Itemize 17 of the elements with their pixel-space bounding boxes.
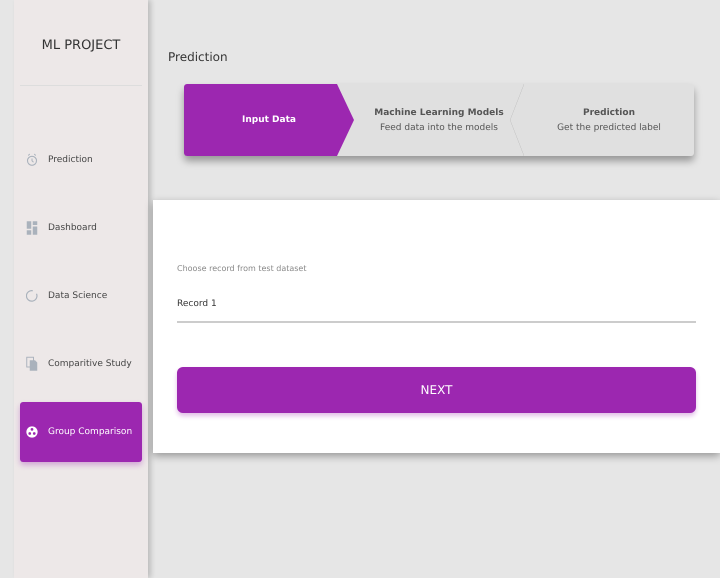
app-title: ML PROJECT (42, 38, 120, 53)
page-title: Prediction (168, 50, 229, 64)
group-icon (26, 424, 38, 440)
document-icon (26, 356, 38, 372)
sidebar-item[interactable]: Comparitive Study (20, 334, 142, 394)
sidebar-item[interactable]: Data Science (20, 266, 142, 326)
step[interactable]: Prediction Get the predicted label (524, 84, 694, 156)
sidebar-item[interactable]: Dashboard (20, 198, 142, 258)
next-button[interactable]: NEXT (177, 367, 696, 413)
field-label: Choose record from test dataset (177, 264, 308, 273)
step[interactable]: Machine Learning Models Feed data into the models (354, 84, 524, 156)
step[interactable]: Input Data (184, 84, 354, 156)
sidebar-item[interactable]: Group Comparison (20, 402, 142, 462)
clock-icon (26, 152, 38, 168)
sidebar-item[interactable]: Prediction (20, 130, 142, 190)
record-field[interactable]: Record 1 (177, 299, 696, 323)
dashboard-icon (26, 220, 38, 236)
